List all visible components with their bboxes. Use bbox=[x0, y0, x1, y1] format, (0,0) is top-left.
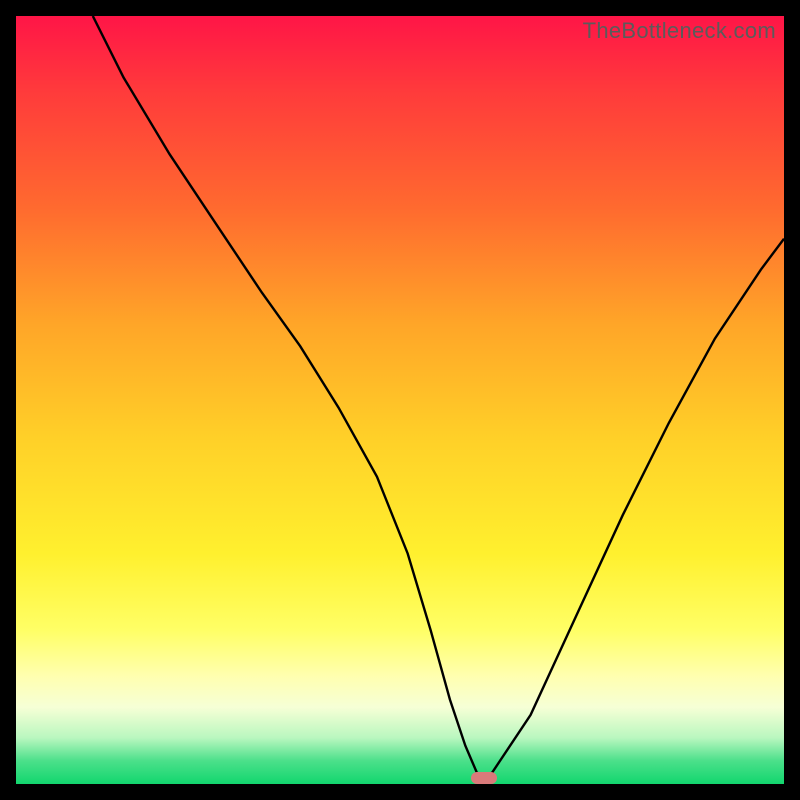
minimum-marker bbox=[471, 772, 497, 784]
plot-area: TheBottleneck.com bbox=[16, 16, 784, 784]
chart-frame: TheBottleneck.com bbox=[0, 0, 800, 800]
bottleneck-curve bbox=[16, 16, 784, 784]
curve-path bbox=[93, 16, 784, 778]
